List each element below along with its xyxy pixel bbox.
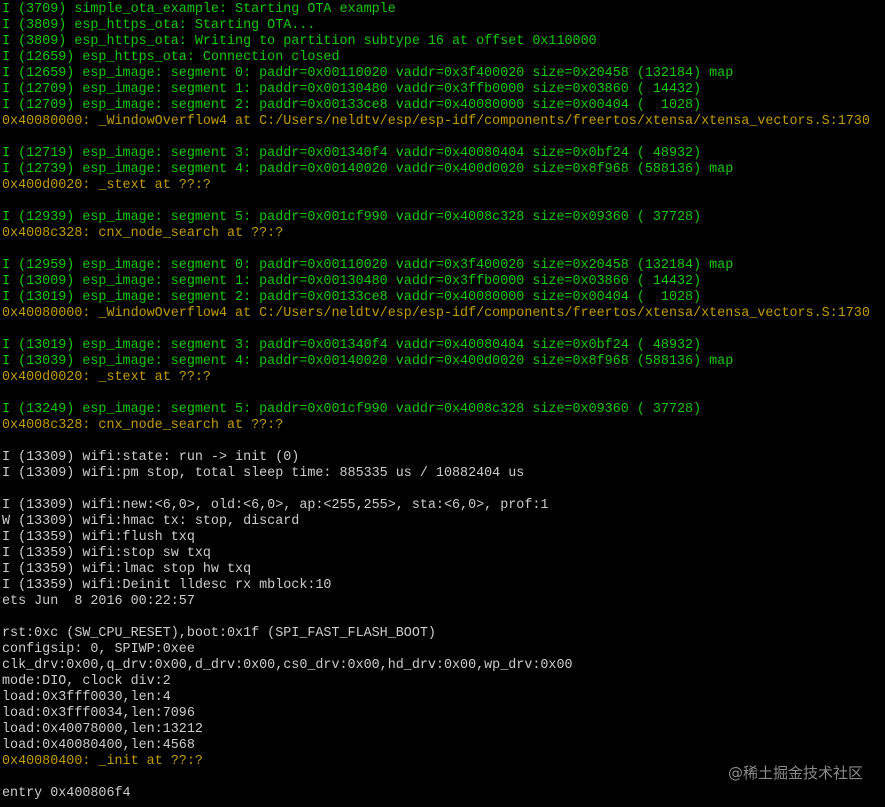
terminal-line: I (12709) esp_image: segment 1: paddr=0x… (2, 82, 702, 97)
terminal-line: I (13249) esp_image: segment 5: paddr=0x… (2, 402, 702, 417)
terminal-line: clk_drv:0x00,q_drv:0x00,d_drv:0x00,cs0_d… (2, 658, 573, 673)
terminal-line: 0x400d0020: _stext at ??:? (2, 370, 211, 385)
terminal-line: W (13309) wifi:hmac tx: stop, discard (2, 514, 300, 529)
terminal-line: configsip: 0, SPIWP:0xee (2, 642, 195, 657)
terminal-line: load:0x40078000,len:13212 (2, 722, 203, 737)
watermark: @稀土掘金技术社区 (727, 764, 863, 782)
terminal-line: load:0x40080400,len:4568 (2, 738, 195, 753)
terminal-line: I (3709) simple_ota_example: Starting OT… (2, 2, 396, 17)
terminal-line: entry 0x400806f4 (2, 786, 131, 801)
terminal-line: I (13359) wifi:stop sw txq (2, 546, 211, 561)
terminal-line: I (13309) wifi:pm stop, total sleep time… (2, 466, 525, 481)
terminal-line: load:0x3fff0034,len:7096 (2, 706, 195, 721)
terminal-line: I (13309) wifi:new:<6,0>, old:<6,0>, ap:… (2, 498, 549, 513)
terminal-line: 0x4008c328: cnx_node_search at ??:? (2, 226, 284, 241)
terminal-line: I (12659) esp_image: segment 0: paddr=0x… (2, 66, 734, 81)
terminal-line: load:0x3fff0030,len:4 (2, 690, 171, 705)
terminal-line: 0x400d0020: _stext at ??:? (2, 178, 211, 193)
terminal-line: I (12709) esp_image: segment 2: paddr=0x… (2, 98, 702, 113)
terminal-line: 0x40080000: _WindowOverflow4 at C:/Users… (2, 306, 870, 321)
terminal-line: I (13359) wifi:Deinit lldesc rx mblock:1… (2, 578, 332, 593)
terminal-line: I (13039) esp_image: segment 4: paddr=0x… (2, 354, 734, 369)
terminal-line: 0x4008c328: cnx_node_search at ??:? (2, 418, 284, 433)
terminal-line: I (13359) wifi:lmac stop hw txq (2, 562, 252, 577)
terminal-line: I (12719) esp_image: segment 3: paddr=0x… (2, 146, 702, 161)
terminal-line: ets Jun 8 2016 00:22:57 (2, 594, 195, 609)
terminal-output[interactable]: I (3709) simple_ota_example: Starting OT… (2, 2, 883, 805)
terminal-line: I (12939) esp_image: segment 5: paddr=0x… (2, 210, 702, 225)
terminal-line: I (12659) esp_https_ota: Connection clos… (2, 50, 340, 65)
terminal-line: rst:0xc (SW_CPU_RESET),boot:0x1f (SPI_FA… (2, 626, 436, 641)
terminal-line: I (12959) esp_image: segment 0: paddr=0x… (2, 258, 734, 273)
terminal-line: I (13309) wifi:state: run -> init (0) (2, 450, 300, 465)
terminal-line: I (13019) esp_image: segment 3: paddr=0x… (2, 338, 702, 353)
terminal-line: I (3809) esp_https_ota: Writing to parti… (2, 34, 597, 49)
terminal-line: mode:DIO, clock div:2 (2, 674, 171, 689)
terminal-line: I (13009) esp_image: segment 1: paddr=0x… (2, 274, 702, 289)
terminal-line: 0x40080000: _WindowOverflow4 at C:/Users… (2, 114, 870, 129)
terminal-line: I (12739) esp_image: segment 4: paddr=0x… (2, 162, 734, 177)
terminal-line: I (13359) wifi:flush txq (2, 530, 195, 545)
terminal-line: I (13019) esp_image: segment 2: paddr=0x… (2, 290, 702, 305)
terminal-line: I (3809) esp_https_ota: Starting OTA... (2, 18, 316, 33)
